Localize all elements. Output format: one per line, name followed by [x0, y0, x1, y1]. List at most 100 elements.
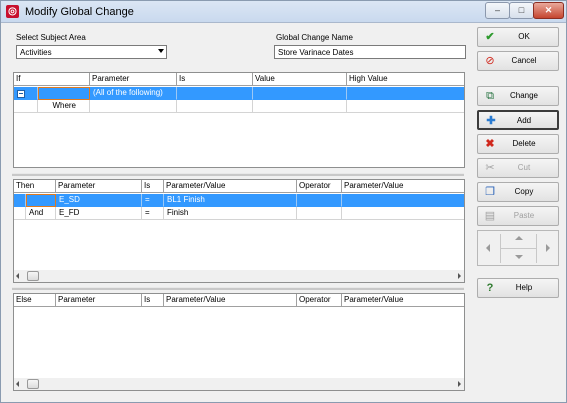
- window-title: Modify Global Change: [25, 6, 134, 18]
- global-change-name-label: Global Change Name: [276, 33, 353, 42]
- cancel-button-label: Cancel: [511, 56, 537, 65]
- subject-area-value: Activities: [20, 48, 52, 57]
- if-grid-header: If Parameter Is Value High Value: [14, 73, 464, 86]
- high-value-cell[interactable]: [347, 100, 464, 113]
- move-up-icon[interactable]: [515, 236, 523, 240]
- move-right-icon[interactable]: [546, 244, 550, 252]
- column-header-parameter-value[interactable]: Parameter/Value: [164, 294, 297, 307]
- maximize-button[interactable]: □: [509, 2, 534, 19]
- app-logo-icon: ◎: [6, 5, 19, 18]
- scroll-left-icon[interactable]: [16, 273, 19, 279]
- high-value-cell[interactable]: [347, 87, 464, 100]
- parameter-cell[interactable]: [90, 100, 177, 113]
- column-header-parameter[interactable]: Parameter: [90, 73, 177, 86]
- is-cell[interactable]: =: [142, 207, 164, 220]
- then-cell[interactable]: And: [26, 207, 56, 220]
- scroll-left-icon[interactable]: [16, 381, 19, 387]
- change-button-label: Change: [509, 91, 539, 100]
- column-header-is[interactable]: Is: [142, 180, 164, 193]
- parameter-cell[interactable]: E_FD: [56, 207, 142, 220]
- table-row[interactable]: And E_FD = Finish: [14, 207, 464, 220]
- if-cell[interactable]: [38, 87, 90, 100]
- minimize-button[interactable]: –: [485, 2, 510, 19]
- column-header-value[interactable]: Value: [253, 73, 347, 86]
- paste-button-label: Paste: [513, 211, 535, 220]
- is-cell[interactable]: =: [142, 194, 164, 207]
- subject-area-label: Select Subject Area: [16, 33, 86, 42]
- parameter-value-cell[interactable]: BL1 Finish: [164, 194, 297, 207]
- paste-button[interactable]: ▤ Paste: [477, 206, 559, 226]
- cut-button-label: Cut: [517, 163, 531, 172]
- else-grid[interactable]: Else Parameter Is Parameter/Value Operat…: [13, 293, 465, 391]
- copy-button-label: Copy: [514, 187, 534, 196]
- global-change-name-value: Store Varinace Dates: [278, 48, 354, 57]
- scroll-thumb[interactable]: [27, 379, 39, 389]
- copy-button[interactable]: ❐ Copy: [477, 182, 559, 202]
- column-header-then[interactable]: Then: [14, 180, 56, 193]
- column-header-parameter[interactable]: Parameter: [56, 294, 142, 307]
- subject-area-select[interactable]: Activities: [16, 45, 167, 59]
- collapse-icon[interactable]: [17, 90, 25, 98]
- delete-button[interactable]: ✖ Delete: [477, 134, 559, 154]
- pane-splitter[interactable]: [12, 287, 464, 290]
- move-down-icon[interactable]: [515, 255, 523, 259]
- chevron-down-icon[interactable]: [158, 49, 164, 53]
- expander-cell[interactable]: [14, 87, 38, 100]
- add-button[interactable]: ✚ Add: [477, 110, 559, 130]
- else-grid-horizontal-scrollbar[interactable]: [14, 378, 464, 390]
- scroll-thumb[interactable]: [27, 271, 39, 281]
- then-grid-horizontal-scrollbar[interactable]: [14, 270, 464, 282]
- help-button-label: Help: [515, 283, 533, 292]
- column-header-is[interactable]: Is: [177, 73, 253, 86]
- parameter-cell[interactable]: (All of the following): [90, 87, 177, 100]
- then-grid-header: Then Parameter Is Parameter/Value Operat…: [14, 180, 464, 193]
- divider: [500, 248, 536, 249]
- column-header-else[interactable]: Else: [14, 294, 56, 307]
- divider: [536, 234, 537, 263]
- if-grid[interactable]: If Parameter Is Value High Value (All of…: [13, 72, 465, 168]
- column-header-high-value[interactable]: High Value: [347, 73, 464, 86]
- then-cell[interactable]: [26, 194, 56, 207]
- help-button[interactable]: ? Help: [477, 278, 559, 298]
- parameter-value-2-cell[interactable]: [342, 194, 464, 207]
- column-header-if[interactable]: If: [14, 73, 90, 86]
- indent-cell: [14, 194, 26, 207]
- if-cell[interactable]: Where: [38, 100, 90, 113]
- indent-cell: [14, 207, 26, 220]
- move-direction-pad: [477, 230, 559, 266]
- then-grid[interactable]: Then Parameter Is Parameter/Value Operat…: [13, 179, 465, 283]
- close-button[interactable]: ✕: [533, 2, 564, 19]
- is-cell[interactable]: [177, 100, 253, 113]
- operator-cell[interactable]: [297, 207, 342, 220]
- column-header-is[interactable]: Is: [142, 294, 164, 307]
- table-row[interactable]: Where: [14, 100, 464, 113]
- column-header-parameter-value[interactable]: Parameter/Value: [164, 180, 297, 193]
- value-cell[interactable]: [253, 100, 347, 113]
- pane-splitter[interactable]: [12, 173, 464, 176]
- move-left-icon[interactable]: [486, 244, 490, 252]
- cancel-button[interactable]: ⊘ Cancel: [477, 51, 559, 71]
- scroll-right-icon[interactable]: [458, 381, 461, 387]
- column-header-parameter[interactable]: Parameter: [56, 180, 142, 193]
- modify-global-change-dialog: ◎ Modify Global Change – □ ✕ Select Subj…: [0, 0, 567, 403]
- table-row[interactable]: E_SD = BL1 Finish: [14, 194, 464, 207]
- cut-button[interactable]: ✂ Cut: [477, 158, 559, 178]
- parameter-cell[interactable]: E_SD: [56, 194, 142, 207]
- ok-button-label: OK: [518, 32, 530, 41]
- change-button[interactable]: ⧉ Change: [477, 86, 559, 106]
- column-header-operator[interactable]: Operator: [297, 294, 342, 307]
- ok-button[interactable]: ✔ OK: [477, 27, 559, 47]
- is-cell[interactable]: [177, 87, 253, 100]
- parameter-value-cell[interactable]: Finish: [164, 207, 297, 220]
- value-cell[interactable]: [253, 87, 347, 100]
- scroll-right-icon[interactable]: [458, 273, 461, 279]
- column-header-operator[interactable]: Operator: [297, 180, 342, 193]
- title-bar[interactable]: ◎ Modify Global Change – □ ✕: [1, 1, 566, 23]
- table-row[interactable]: (All of the following): [14, 87, 464, 100]
- parameter-value-2-cell[interactable]: [342, 207, 464, 220]
- operator-cell[interactable]: [297, 194, 342, 207]
- indent-cell: [14, 100, 38, 113]
- global-change-name-field[interactable]: Store Varinace Dates: [274, 45, 466, 59]
- column-header-parameter-value-2[interactable]: Parameter/Value: [342, 294, 464, 307]
- column-header-parameter-value-2[interactable]: Parameter/Value: [342, 180, 464, 193]
